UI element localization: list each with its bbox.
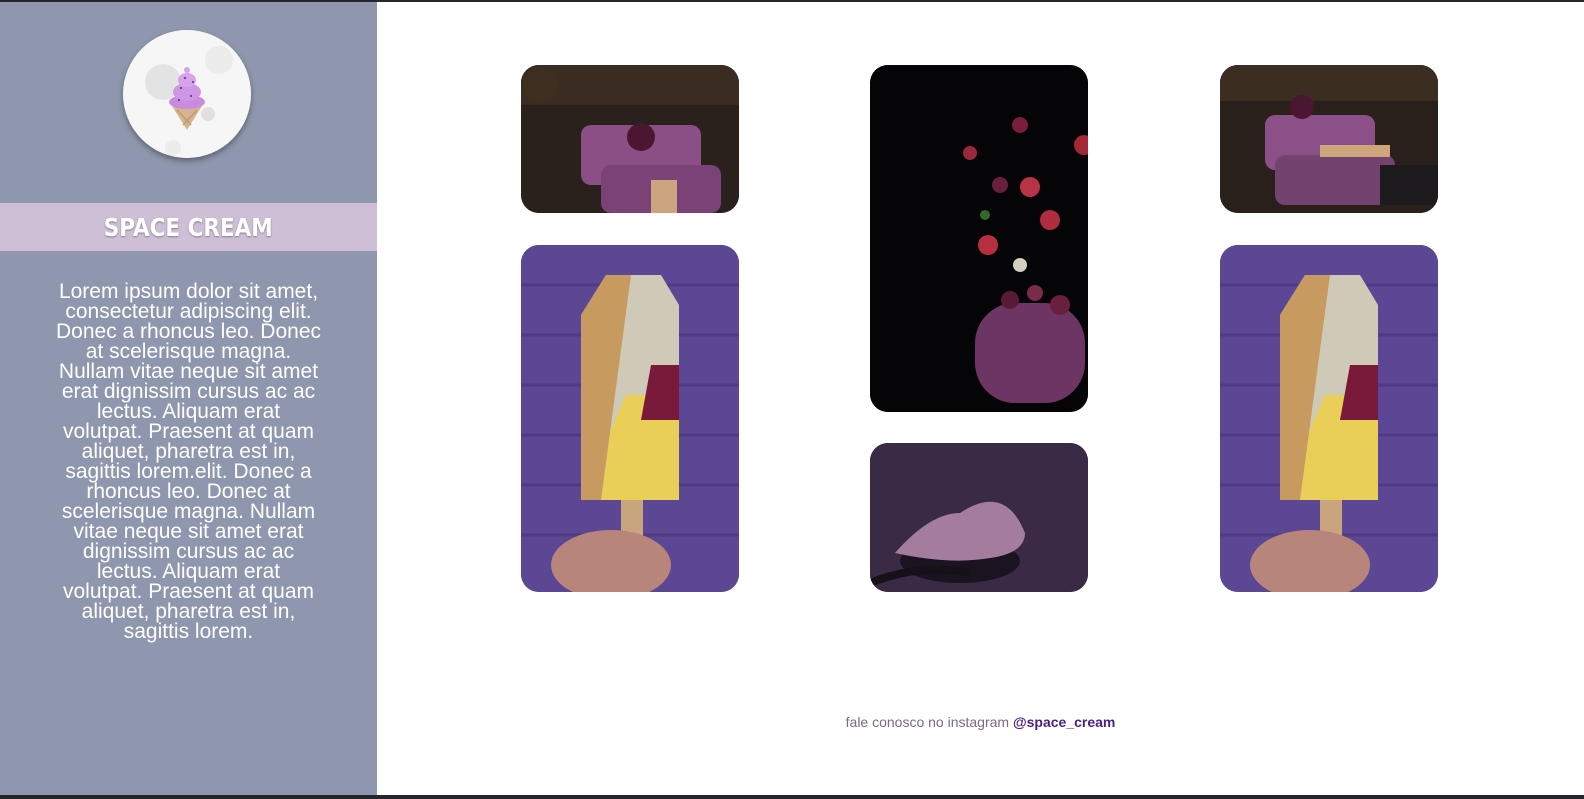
gallery-photo[interactable] — [521, 65, 739, 213]
page: SPACE CREAM Lorem ipsum dolor sit amet, … — [0, 2, 1584, 795]
gallery: fale conosco no instagram @space_cream — [377, 2, 1584, 795]
popsicle-nuts-photo — [521, 245, 739, 592]
popsicle-nuts-photo — [1220, 245, 1438, 592]
popsicle-berry-photo — [521, 65, 739, 213]
popsicle-berry-photo — [1220, 65, 1438, 213]
gallery-photo[interactable] — [870, 443, 1088, 592]
sidebar-description: Lorem ipsum dolor sit amet, consectetur … — [56, 280, 321, 643]
brand-title: SPACE CREAM — [104, 212, 273, 242]
ice-cream-scoop-photo — [870, 443, 1088, 592]
ice-cream-logo-icon — [123, 30, 251, 158]
gallery-photo[interactable] — [521, 245, 739, 592]
sidebar: SPACE CREAM Lorem ipsum dolor sit amet, … — [0, 2, 377, 795]
brand-title-band: SPACE CREAM — [0, 203, 377, 251]
footer-text: fale conosco no instagram — [845, 714, 1013, 730]
footer: fale conosco no instagram @space_cream — [377, 714, 1584, 730]
berries-jar-photo — [870, 65, 1088, 412]
instagram-handle-link[interactable]: @space_cream — [1013, 714, 1115, 730]
gallery-photo[interactable] — [1220, 65, 1438, 213]
gallery-photo[interactable] — [870, 65, 1088, 412]
gallery-photo[interactable] — [1220, 245, 1438, 592]
logo — [123, 30, 251, 158]
